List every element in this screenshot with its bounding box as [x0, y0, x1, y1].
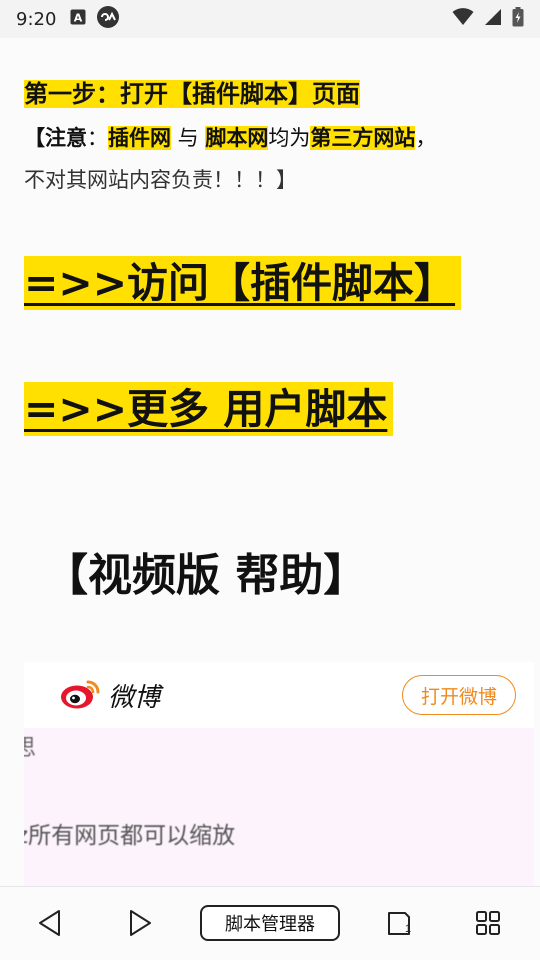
- more-user-scripts-link[interactable]: =>>更多 用户脚本: [24, 382, 394, 436]
- notice-comma: ，: [415, 126, 437, 150]
- weibo-body: 思 z所有网页都可以缩放: [24, 728, 534, 886]
- notice-colon: ：: [87, 126, 108, 150]
- video-help-heading: 【视频版 帮助】: [44, 550, 368, 601]
- back-button[interactable]: [32, 905, 68, 943]
- font-a-icon: A: [70, 9, 86, 29]
- weibo-logo: 微博: [60, 676, 160, 714]
- menu-grid-button[interactable]: [470, 905, 506, 943]
- notice-line-1: 【注意：插件网 与 脚本网均为第三方网站，: [24, 122, 436, 154]
- notice-site-1: 插件网: [108, 126, 171, 150]
- wifi-icon: [452, 8, 474, 30]
- tabs-button[interactable]: 1: [382, 905, 418, 943]
- battery-charging-icon: [512, 7, 524, 31]
- status-left-icons: A: [70, 5, 120, 33]
- step-title-text: 第一步：打开【插件脚本】页面: [24, 80, 360, 108]
- page-content: 第一步：打开【插件脚本】页面 【注意：插件网 与 脚本网均为第三方网站， 不对其…: [0, 38, 540, 886]
- notice-site-2: 脚本网: [205, 126, 269, 150]
- back-arrow-icon: [37, 909, 63, 940]
- forward-arrow-icon: [127, 909, 153, 940]
- notice-third-party: 第三方网站: [310, 126, 416, 150]
- cc-circle-icon: [96, 5, 120, 33]
- step-title: 第一步：打开【插件脚本】页面: [24, 78, 360, 110]
- weibo-eye-icon: [60, 676, 102, 714]
- bottom-nav: 脚本管理器 1: [0, 886, 540, 960]
- status-right-icons: [452, 7, 524, 31]
- tabs-icon: 1: [386, 910, 414, 938]
- weibo-text-2: z所有网页都可以缩放: [24, 823, 236, 849]
- notice-prefix: 【注意: [24, 126, 87, 150]
- weibo-text-1: 思: [24, 736, 37, 761]
- tab-count: 1: [405, 923, 412, 935]
- status-bar: 9:20 A: [0, 0, 540, 38]
- visit-plugin-script-link[interactable]: =>>访问【插件脚本】: [24, 256, 462, 310]
- grid-icon: [475, 910, 501, 939]
- weibo-embed: 微博 打开微博 思 z所有网页都可以缩放: [24, 662, 534, 886]
- signal-icon: [484, 8, 502, 30]
- open-weibo-button[interactable]: 打开微博: [401, 675, 516, 715]
- notice-line-2: 不对其网站内容负责！！！】: [24, 168, 297, 192]
- weibo-header: 微博 打开微博: [24, 662, 534, 728]
- svg-text:A: A: [74, 12, 83, 25]
- notice-mid: 均为: [268, 126, 311, 150]
- notice-and: 与: [171, 126, 206, 150]
- weibo-brand-text: 微博: [108, 682, 161, 713]
- status-time: 9:20: [16, 8, 57, 30]
- forward-button[interactable]: [122, 905, 158, 943]
- script-manager-button[interactable]: 脚本管理器: [200, 905, 340, 941]
